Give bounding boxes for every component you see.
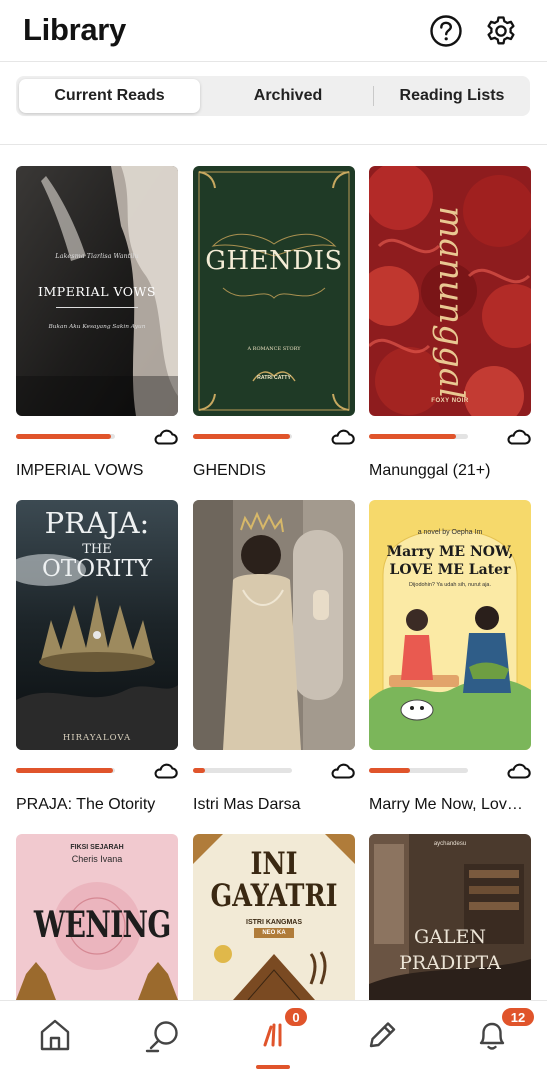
reading-progress [193, 434, 292, 439]
book-title[interactable]: PRAJA: The Otority [16, 796, 178, 814]
book-cover[interactable]: Lakesma Tiarlisa Wantilu IMPERIAL VOWS B… [16, 166, 178, 416]
book-title[interactable]: Marry Me Now, Love… [369, 796, 531, 814]
cloud-icon [507, 429, 531, 445]
cover-author: aychandesu [433, 841, 467, 847]
cover-rule [56, 307, 138, 308]
cover-small-text: Lakesma Tiarlisa Wantilu [55, 252, 139, 260]
cover-title: THE [82, 542, 112, 557]
book-card-istri-mas-darsa[interactable]: Istri Mas Darsa [193, 500, 355, 813]
library-badge: 0 [283, 1006, 309, 1028]
cloud-icon [154, 763, 178, 779]
cover-title: PRADIPTA [399, 952, 501, 974]
reading-progress-fill [193, 768, 205, 773]
write-icon[interactable] [362, 1015, 402, 1055]
cover-title: GHENDIS [205, 246, 343, 276]
cover-subtitle: FIKSI SEJARAH [70, 844, 124, 851]
cover-subtitle: ISTRI KANGMAS [246, 919, 302, 926]
cover-title: WENING [33, 904, 171, 946]
cover-author: FOXY NOIR [431, 398, 469, 404]
book-cover[interactable]: INI GAYATRI ISTRI KANGMAS NEO KA [193, 834, 355, 1000]
book-title[interactable]: IMPERIAL VOWS [16, 462, 178, 480]
book-card-ini-gayatri[interactable]: INI GAYATRI ISTRI KANGMAS NEO KA [193, 834, 355, 1000]
cloud-icon [331, 429, 355, 445]
book-card-praja[interactable]: PRAJA: THE OTORITY HIRAYALOVA PRAJA: The… [16, 500, 178, 813]
reading-progress-fill [16, 768, 114, 773]
cover-title: LOVE ME Later [389, 562, 511, 578]
cover-title: PRAJA: [44, 506, 150, 540]
book-cover[interactable] [193, 500, 355, 750]
cover-title: GAYATRI [210, 878, 338, 914]
cover-subtitle: Dijodohin? Ya udah sih, nurut aja. [408, 582, 492, 588]
book-card-marry-me-now[interactable]: a novel by Oepha Im Marry ME NOW, LOVE M… [369, 500, 531, 813]
cover-title: OTORITY [42, 556, 152, 582]
book-cover[interactable]: PRAJA: THE OTORITY HIRAYALOVA [16, 500, 178, 750]
cover-author: NEO KA [254, 928, 294, 938]
book-card-imperial-vows[interactable]: Lakesma Tiarlisa Wantilu IMPERIAL VOWS B… [16, 166, 178, 479]
book-cover[interactable]: manunggal FOXY NOIR [369, 166, 531, 416]
cloud-icon [331, 763, 355, 779]
reading-progress-fill [369, 768, 410, 773]
reading-progress [369, 434, 468, 439]
cover-title: INI [250, 846, 298, 882]
cover-author: HIRAYALOVA [62, 733, 132, 743]
cover-author: Cheris Ivana [71, 854, 123, 864]
book-card-wening[interactable]: FIKSI SEJARAH Cheris Ivana WENING [16, 834, 178, 1000]
cover-title: manunggal [431, 206, 471, 399]
book-title[interactable]: Istri Mas Darsa [193, 796, 355, 814]
book-cover[interactable]: FIKSI SEJARAH Cheris Ivana WENING [16, 834, 178, 1000]
cover-title: Marry ME NOW, [386, 544, 514, 560]
cover-title: IMPERIAL VOWS [38, 284, 156, 299]
reading-progress [16, 434, 115, 439]
book-cover[interactable]: aychandesu GALEN PRADIPTA [369, 834, 531, 1000]
reading-progress-fill [193, 434, 291, 439]
cloud-icon [154, 429, 178, 445]
cloud-icon [507, 763, 531, 779]
home-icon[interactable] [35, 1015, 75, 1055]
reading-progress [193, 768, 292, 773]
reading-progress [369, 768, 468, 773]
cover-title: GALEN [413, 926, 486, 948]
cover-author: a novel by Oepha Im [417, 529, 483, 536]
cover-subtitle: A ROMANCE STORY [247, 346, 301, 352]
book-card-manunggal[interactable]: manunggal FOXY NOIR Manunggal (21+) [369, 166, 531, 479]
search-icon[interactable] [144, 1015, 184, 1055]
book-title[interactable]: GHENDIS [193, 462, 355, 480]
reading-progress-fill [16, 434, 112, 439]
book-card-ghendis[interactable]: GHENDIS A ROMANCE STORY RATRI CATTY GHEN… [193, 166, 355, 479]
bottom-navigation: 0 12 [0, 1000, 547, 1080]
active-tab-indicator [256, 1065, 290, 1069]
book-title[interactable]: Manunggal (21+) [369, 462, 531, 480]
book-cover[interactable]: a novel by Oepha Im Marry ME NOW, LOVE M… [369, 500, 531, 750]
notifications-badge: 12 [500, 1006, 536, 1028]
book-grid: Lakesma Tiarlisa Wantilu IMPERIAL VOWS B… [0, 0, 547, 1080]
book-card-galen-pradipta[interactable]: aychandesu GALEN PRADIPTA [369, 834, 531, 1000]
book-cover[interactable]: GHENDIS A ROMANCE STORY RATRI CATTY [193, 166, 355, 416]
cover-small-text: Bukan Aku Kesayang Sakin Ayun [48, 324, 146, 330]
reading-progress-fill [369, 434, 457, 439]
reading-progress [16, 768, 115, 773]
cover-author: RATRI CATTY [257, 375, 291, 381]
